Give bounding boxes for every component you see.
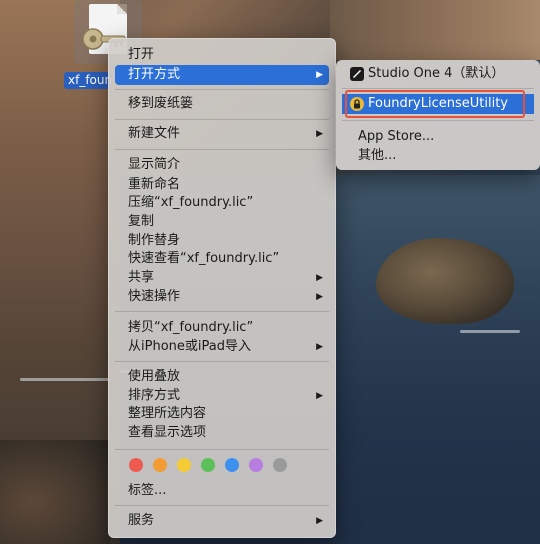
wave-foam — [20, 378, 110, 381]
tag-gray[interactable] — [273, 458, 287, 472]
wave-foam — [460, 330, 520, 333]
chevron-right-icon: ▶ — [316, 342, 323, 352]
file-name-label[interactable]: xf_foun — [64, 72, 112, 89]
chevron-right-icon: ▶ — [316, 516, 323, 526]
desktop-shore — [0, 440, 110, 544]
menu-separator — [115, 505, 329, 506]
submenu-item-app-store[interactable]: App Store... — [342, 127, 534, 147]
menu-item-move-to-trash[interactable]: 移到废纸篓 — [115, 94, 329, 114]
submenu-item-other[interactable]: 其他... — [342, 146, 534, 166]
menu-item-quick-actions[interactable]: 快速操作 ▶ — [115, 287, 329, 307]
desktop-cliff-top — [330, 0, 540, 60]
menu-item-quick-look[interactable]: 快速查看“xf_foundry.lic” — [115, 249, 329, 269]
menu-item-copy[interactable]: 拷贝“xf_foundry.lic” — [115, 318, 329, 338]
menu-item-duplicate[interactable]: 复制 — [115, 212, 329, 232]
chevron-right-icon: ▶ — [316, 273, 323, 283]
menu-item-clean-up-selection[interactable]: 整理所选内容 — [115, 404, 329, 424]
menu-item-open[interactable]: 打开 — [115, 45, 329, 65]
tag-green[interactable] — [201, 458, 215, 472]
menu-item-open-with[interactable]: 打开方式 ▶ — [115, 65, 329, 85]
context-menu: 打开 打开方式 ▶ 移到废纸篓 新建文件 ▶ 显示简介 重新命名 压缩“xf_fou… — [108, 38, 336, 538]
menu-item-rename[interactable]: 重新命名 — [115, 175, 329, 195]
tag-purple[interactable] — [249, 458, 263, 472]
menu-item-make-alias[interactable]: 制作替身 — [115, 231, 329, 251]
menu-item-compress[interactable]: 压缩“xf_foundry.lic” — [115, 193, 329, 213]
annotation-highlight-box — [345, 90, 525, 118]
menu-item-import-from-iphone[interactable]: 从iPhone或iPad导入 ▶ — [115, 337, 329, 357]
menu-separator — [115, 119, 329, 120]
menu-item-new-file[interactable]: 新建文件 ▶ — [115, 124, 329, 144]
menu-item-get-info[interactable]: 显示简介 — [115, 155, 329, 175]
menu-separator — [115, 311, 329, 312]
tag-blue[interactable] — [225, 458, 239, 472]
chevron-right-icon: ▶ — [316, 129, 323, 139]
menu-item-share[interactable]: 共享 ▶ — [115, 268, 329, 288]
menu-item-tags[interactable]: 标签... — [115, 481, 329, 501]
menu-item-services[interactable]: 服务 ▶ — [115, 511, 329, 531]
chevron-right-icon: ▶ — [316, 70, 323, 80]
menu-separator — [115, 149, 329, 150]
menu-separator — [342, 88, 534, 89]
menu-separator — [115, 449, 329, 450]
tag-red[interactable] — [129, 458, 143, 472]
chevron-right-icon: ▶ — [316, 391, 323, 401]
desktop-rock — [376, 238, 514, 324]
submenu-item-studio-one[interactable]: Studio One 4（默认） — [342, 64, 534, 84]
menu-item-sort-by[interactable]: 排序方式 ▶ — [115, 386, 329, 406]
menu-item-show-view-options[interactable]: 查看显示选项 — [115, 423, 329, 443]
tag-orange[interactable] — [153, 458, 167, 472]
menu-item-use-stacks[interactable]: 使用叠放 — [115, 367, 329, 387]
menu-separator — [342, 120, 534, 121]
tag-yellow[interactable] — [177, 458, 191, 472]
studio-one-icon — [350, 67, 364, 81]
menu-separator — [115, 89, 329, 90]
menu-separator — [115, 361, 329, 362]
chevron-right-icon: ▶ — [316, 292, 323, 302]
